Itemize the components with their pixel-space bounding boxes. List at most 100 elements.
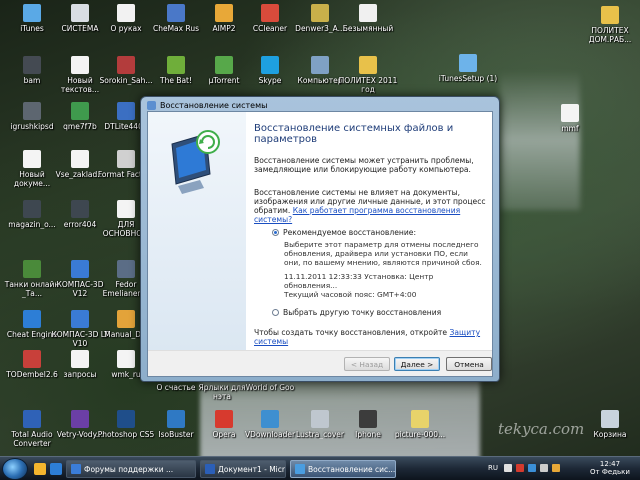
desktop-icon-image [261, 410, 279, 428]
desktop-icon-image [261, 4, 279, 22]
taskbar-button-label: Документ1 - Micros... [218, 464, 285, 474]
desktop-icon-image [23, 102, 41, 120]
desktop-icon-image [117, 310, 135, 328]
dialog-body: Восстановление системных файлов и параме… [147, 111, 493, 377]
desktop-icon[interactable]: Корзина [580, 410, 640, 439]
tray-clock[interactable]: 12:47 От Федьки [582, 460, 638, 476]
taskbar: Форумы поддержки ... Документ1 - Micros..… [0, 456, 640, 480]
desktop-icon-label: ПОЛИТЕХ 2011 год [338, 76, 398, 94]
desktop-icon-image [117, 410, 135, 428]
system-protection-text: Чтобы создать точку восстановления, откр… [254, 328, 450, 337]
desktop-icon-image [117, 56, 135, 74]
desktop-icon-image [71, 56, 89, 74]
desktop-icon-image [601, 6, 619, 24]
desktop-icon-image [311, 410, 329, 428]
desktop-icon-image [71, 350, 89, 368]
desktop-icon-image [117, 4, 135, 22]
desktop-icon-image [411, 410, 429, 428]
desktop-icon-image [311, 56, 329, 74]
desktop-icon[interactable]: picture-000... [390, 410, 450, 439]
desktop-icon-label: mmf [561, 124, 579, 133]
desktop-icon-image [71, 260, 89, 278]
desktop-icon[interactable]: iTunesSetup (1) [438, 54, 498, 83]
desktop-icon-image [23, 150, 41, 168]
recommended-restore-option[interactable]: Рекомендуемое восстановление: [272, 228, 416, 237]
desktop-icon-image [117, 350, 135, 368]
desktop-icon-image [215, 4, 233, 22]
language-indicator[interactable]: RU [488, 464, 498, 472]
desktop-icon-image [71, 200, 89, 218]
desktop-icon-image [23, 410, 41, 428]
desktop-icon-image [311, 4, 329, 22]
start-button[interactable] [2, 458, 28, 480]
desktop-icon-image [359, 4, 377, 22]
restore-point-entry: 11.11.2011 12:33:33 Установка: Центр обн… [284, 272, 434, 290]
taskbar-app-icon [71, 464, 81, 474]
desktop-icon-image [71, 102, 89, 120]
taskbar-button[interactable]: Форумы поддержки ... [66, 460, 196, 478]
tray-antivirus-icon[interactable] [516, 464, 524, 472]
desktop-icon-image [71, 410, 89, 428]
recommended-restore-radio[interactable] [272, 229, 279, 236]
system-restore-icon [147, 100, 156, 110]
desktop-icon-image [459, 54, 477, 72]
recommended-restore-description: Выберите этот параметр для отмены послед… [284, 240, 482, 267]
desktop-icon-label: Безымянный [342, 24, 394, 33]
desktop-icon-image [23, 310, 41, 328]
tray-volume-icon[interactable] [540, 464, 548, 472]
dialog-side-panel [148, 112, 246, 350]
desktop-icon[interactable]: Iphone [338, 410, 398, 439]
desktop-icon-label: picture-000... [394, 430, 446, 439]
waterfall-background-upper [500, 70, 580, 210]
desktop-icon-image [561, 104, 579, 122]
desktop-icon-label: ПОЛИТЕХ ДОМ.РАБ... [588, 26, 632, 44]
desktop-icon-image [215, 56, 233, 74]
restore-info: Восстановление системы не влияет на доку… [254, 188, 486, 224]
tray-flag-icon[interactable] [504, 464, 512, 472]
desktop-icon-image [167, 410, 185, 428]
desktop-icon-image [117, 102, 135, 120]
dialog-title: Восстановление системы [160, 100, 268, 110]
taskbar-app-icon [295, 464, 305, 474]
watermark: tekyca.com [498, 420, 585, 438]
choose-restore-point-radio[interactable] [272, 309, 279, 316]
ie-quicklaunch-icon[interactable] [50, 463, 62, 475]
dialog-titlebar[interactable]: Восстановление системы [147, 99, 267, 111]
restore-description: Восстановление системы может устранить п… [254, 156, 474, 174]
desktop-icon-image [117, 200, 135, 218]
next-button[interactable]: Далее > [394, 357, 440, 371]
system-restore-dialog: Восстановление системы Восстановление си… [140, 96, 500, 382]
recommended-restore-label: Рекомендуемое восстановление: [283, 228, 417, 237]
desktop-icon-image [261, 56, 279, 74]
tray-update-icon[interactable] [552, 464, 560, 472]
desktop-icon-image [167, 4, 185, 22]
taskbar-button[interactable]: Восстановление сис... [290, 460, 396, 478]
choose-restore-point-label: Выбрать другую точку восстановления [283, 308, 442, 317]
choose-restore-point-option[interactable]: Выбрать другую точку восстановления [272, 308, 441, 317]
dialog-footer: < Назад Далее > Отмена [148, 350, 492, 376]
desktop-icon-image [215, 410, 233, 428]
taskbar-button[interactable]: Документ1 - Micros... [200, 460, 286, 478]
desktop-icon-label: Iphone [355, 430, 381, 439]
desktop-icon-image [71, 4, 89, 22]
timezone-text: Текущий часовой пояс: GMT+4:00 [284, 290, 417, 299]
back-button[interactable]: < Назад [344, 357, 390, 371]
explorer-quicklaunch-icon[interactable] [34, 463, 46, 475]
desktop-icon-image [23, 350, 41, 368]
desktop-icon[interactable]: ПОЛИТЕХ 2011 год [338, 56, 398, 94]
tray-network-icon[interactable] [528, 464, 536, 472]
desktop-icon-label: Корзина [593, 430, 627, 439]
desktop-icon[interactable]: mmf [540, 104, 600, 133]
desktop-icon-image [71, 150, 89, 168]
taskbar-button-label: Восстановление сис... [308, 464, 396, 474]
desktop-icon[interactable]: ПОЛИТЕХ ДОМ.РАБ... [580, 6, 640, 44]
desktop-icon-image [167, 56, 185, 74]
desktop-icon-image [117, 260, 135, 278]
taskbar-button-label: Форумы поддержки ... [84, 464, 174, 474]
cancel-button[interactable]: Отмена [446, 357, 492, 371]
desktop-icon[interactable]: Безымянный [338, 4, 398, 33]
desktop-icon-image [23, 56, 41, 74]
desktop-icon-label[interactable]: World of Goo [240, 383, 300, 392]
dialog-heading: Восстановление системных файлов и параме… [254, 123, 454, 145]
desktop-icon-image [71, 310, 89, 328]
